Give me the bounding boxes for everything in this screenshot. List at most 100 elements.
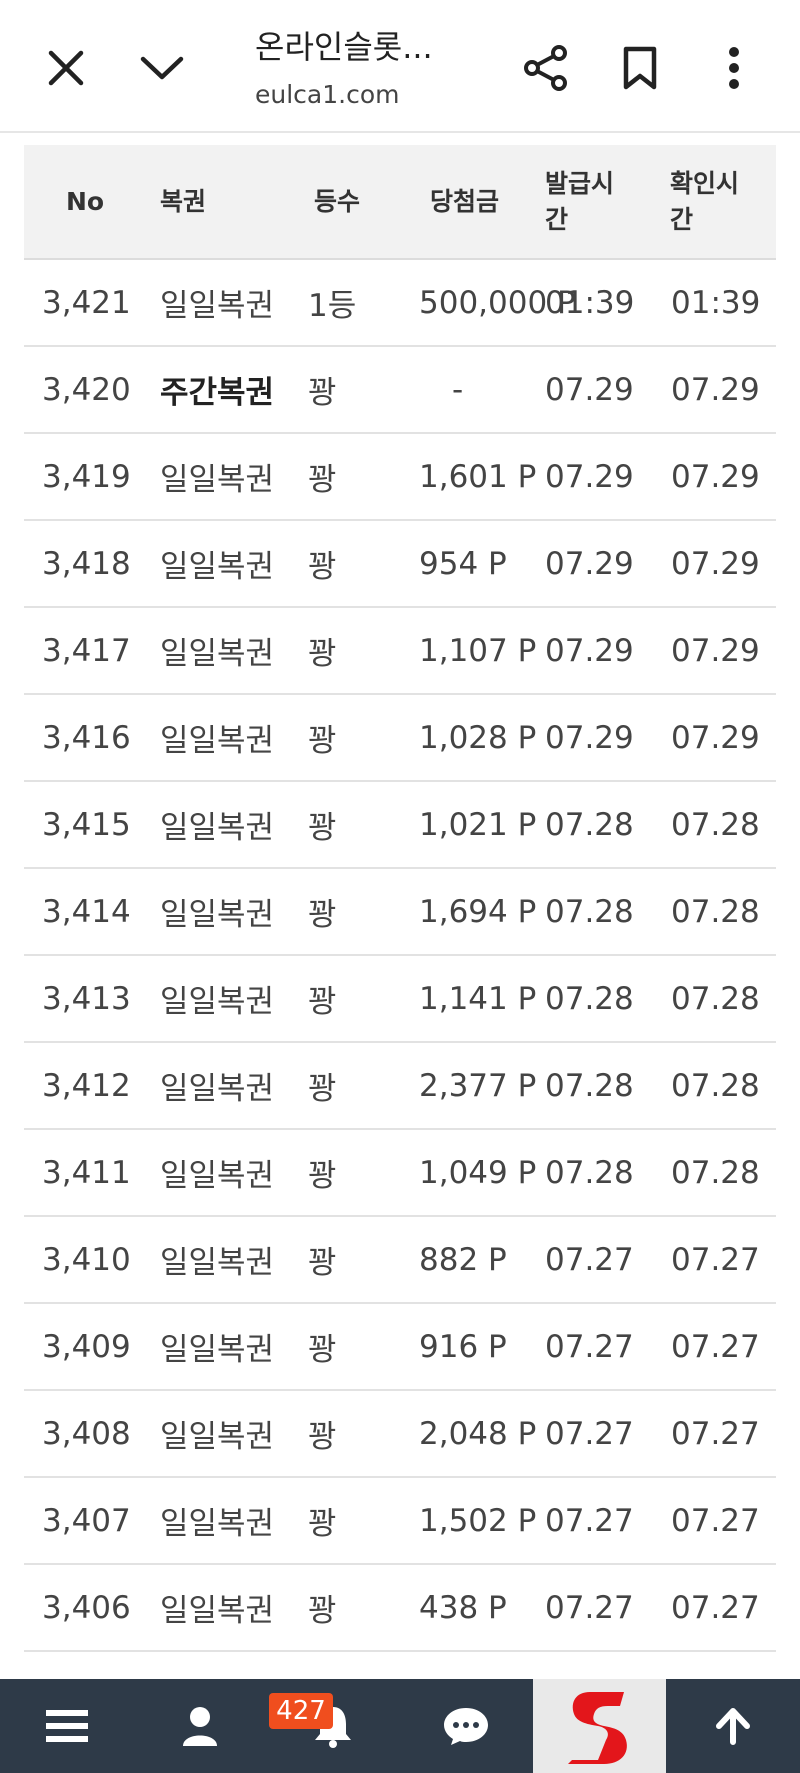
table-header: No 복권 등수 당첨금 발급시간 확인시간 xyxy=(24,145,776,260)
table-row: 3,413 일일복권 꽝 1,141 P 07.28 07.28 xyxy=(24,956,776,1043)
table-row: 3,411 일일복권 꽝 1,049 P 07.28 07.28 xyxy=(24,1130,776,1217)
cell-check-time: 07.29 xyxy=(671,545,760,582)
cell-issue-time: 07.28 xyxy=(545,893,634,930)
menu-icon[interactable] xyxy=(0,1679,133,1773)
cell-no: 3,409 xyxy=(42,1328,131,1365)
cell-type: 일일복권 xyxy=(160,897,275,933)
cell-prize: 1,601 P xyxy=(419,458,537,495)
cell-no: 3,408 xyxy=(42,1415,131,1452)
notification-badge: 427 xyxy=(269,1693,333,1729)
header-type: 복권 xyxy=(160,186,207,216)
table-row: 3,410 일일복권 꽝 882 P 07.27 07.27 xyxy=(24,1217,776,1304)
cell-type: 일일복권 xyxy=(160,549,275,585)
cell-type: 일일복권 xyxy=(160,288,275,324)
cell-check-time: 07.28 xyxy=(671,1067,760,1104)
cell-check-time: 07.27 xyxy=(671,1328,760,1365)
cell-no: 3,406 xyxy=(42,1589,131,1626)
site-logo[interactable] xyxy=(533,1679,666,1773)
cell-prize: 1,502 P xyxy=(419,1502,537,1539)
table-row: 3,416 일일복권 꽝 1,028 P 07.29 07.29 xyxy=(24,695,776,782)
table-row: 3,406 일일복권 꽝 438 P 07.27 07.27 xyxy=(24,1565,776,1652)
cell-issue-time: 07.28 xyxy=(545,806,634,843)
cell-issue-time: 07.29 xyxy=(545,371,634,408)
cell-type: 일일복권 xyxy=(160,1419,275,1455)
table-row: 3,409 일일복권 꽝 916 P 07.27 07.27 xyxy=(24,1304,776,1391)
cell-check-time: 07.27 xyxy=(671,1589,760,1626)
user-icon[interactable] xyxy=(133,1679,266,1773)
cell-rank: 꽝 xyxy=(308,549,337,585)
cell-no: 3,413 xyxy=(42,980,131,1017)
cell-type: 일일복권 xyxy=(160,984,275,1020)
table-row: 3,408 일일복권 꽝 2,048 P 07.27 07.27 xyxy=(24,1391,776,1478)
cell-prize: 1,694 P xyxy=(419,893,537,930)
cell-issue-time: 07.29 xyxy=(545,719,634,756)
cell-prize: 2,048 P xyxy=(419,1415,537,1452)
arrow-up-icon[interactable] xyxy=(666,1679,800,1773)
cell-rank: 꽝 xyxy=(308,1158,337,1194)
cell-issue-time: 07.27 xyxy=(545,1415,634,1452)
cell-type: 주간복권 xyxy=(160,375,275,411)
table-row: 3,418 일일복권 꽝 954 P 07.29 07.29 xyxy=(24,521,776,608)
page-url[interactable]: eulca1.com xyxy=(255,80,455,109)
cell-no: 3,407 xyxy=(42,1502,131,1539)
cell-check-time: 07.28 xyxy=(671,980,760,1017)
header-issue-time: 발급시간 xyxy=(545,168,615,234)
cell-type: 일일복권 xyxy=(160,636,275,672)
header-rank: 등수 xyxy=(314,186,361,216)
cell-check-time: 07.27 xyxy=(671,1502,760,1539)
cell-no: 3,411 xyxy=(42,1154,131,1191)
cell-type: 일일복권 xyxy=(160,810,275,846)
cell-check-time: 07.29 xyxy=(671,371,760,408)
cell-type: 일일복권 xyxy=(160,1071,275,1107)
cell-no: 3,417 xyxy=(42,632,131,669)
browser-top-bar: 온라인슬롯... eulca1.com xyxy=(0,0,800,133)
cell-type: 일일복권 xyxy=(160,723,275,759)
cell-no: 3,414 xyxy=(42,893,131,930)
cell-issue-time: 07.28 xyxy=(545,980,634,1017)
cell-rank: 꽝 xyxy=(308,1593,337,1629)
table-body: 3,421 일일복권 1등 500,000 P 01:39 01:39 3,420 주간복권 꽝… xyxy=(24,260,776,1652)
cell-rank: 꽝 xyxy=(308,723,337,759)
cell-check-time: 07.28 xyxy=(671,893,760,930)
cell-rank: 꽝 xyxy=(308,897,337,933)
cell-type: 일일복권 xyxy=(160,462,275,498)
cell-type: 일일복권 xyxy=(160,1506,275,1542)
cell-check-time: 07.27 xyxy=(671,1415,760,1452)
cell-prize: - xyxy=(452,371,464,408)
chat-icon[interactable] xyxy=(399,1679,532,1773)
cell-type: 일일복권 xyxy=(160,1158,275,1194)
cell-rank: 꽝 xyxy=(308,636,337,672)
cell-type: 일일복권 xyxy=(160,1245,275,1281)
cell-check-time: 07.29 xyxy=(671,458,760,495)
cell-type: 일일복권 xyxy=(160,1332,275,1368)
cell-issue-time: 07.29 xyxy=(545,458,634,495)
close-icon[interactable] xyxy=(38,40,94,96)
cell-rank: 꽝 xyxy=(308,462,337,498)
cell-prize: 954 P xyxy=(419,545,507,582)
table-row: 3,419 일일복권 꽝 1,601 P 07.29 07.29 xyxy=(24,434,776,521)
cell-prize: 916 P xyxy=(419,1328,507,1365)
cell-no: 3,410 xyxy=(42,1241,131,1278)
cell-prize: 2,377 P xyxy=(419,1067,537,1104)
cell-check-time: 01:39 xyxy=(671,284,761,321)
bottom-nav-bar xyxy=(0,1679,800,1773)
page-title: 온라인슬롯... xyxy=(255,28,433,66)
cell-rank: 꽝 xyxy=(308,984,337,1020)
table-row: 3,417 일일복권 꽝 1,107 P 07.29 07.29 xyxy=(24,608,776,695)
cell-check-time: 07.29 xyxy=(671,632,760,669)
header-check-time: 확인시간 xyxy=(670,168,740,234)
more-options-icon[interactable] xyxy=(706,40,762,96)
share-icon[interactable] xyxy=(518,40,574,96)
cell-issue-time: 07.28 xyxy=(545,1154,634,1191)
cell-rank: 꽝 xyxy=(308,1071,337,1107)
cell-rank: 1등 xyxy=(308,288,357,324)
cell-rank: 꽝 xyxy=(308,810,337,846)
cell-issue-time: 07.29 xyxy=(545,545,634,582)
chevron-down-icon[interactable] xyxy=(134,40,190,96)
cell-no: 3,415 xyxy=(42,806,131,843)
cell-prize: 1,049 P xyxy=(419,1154,537,1191)
cell-issue-time: 07.29 xyxy=(545,632,634,669)
bookmark-icon[interactable] xyxy=(612,40,668,96)
cell-issue-time: 07.28 xyxy=(545,1067,634,1104)
cell-prize: 1,141 P xyxy=(419,980,537,1017)
